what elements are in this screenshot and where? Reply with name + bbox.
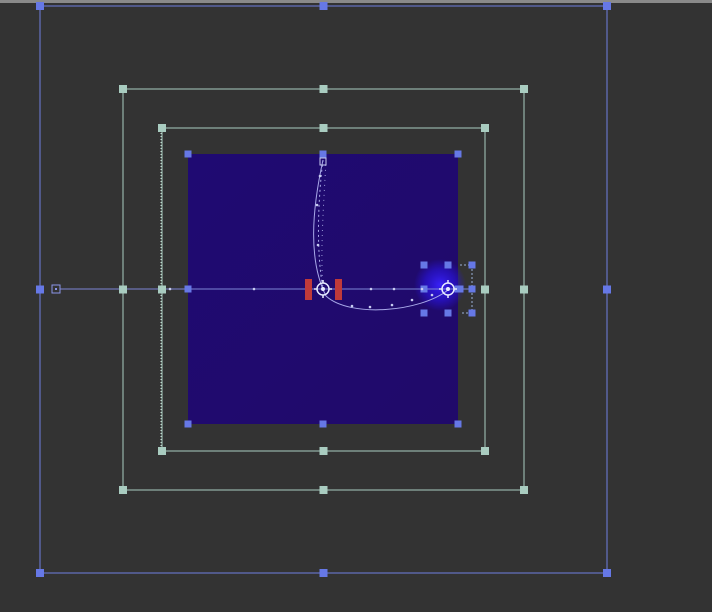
- middle-frame-handle[interactable]: [520, 85, 528, 93]
- canvas-origin-icon[interactable]: [51, 284, 61, 294]
- gradient-rect-handle[interactable]: [454, 420, 462, 428]
- middle-frame-handle[interactable]: [319, 486, 328, 494]
- outer-frame-handle[interactable]: [603, 285, 611, 294]
- outer-frame-handle[interactable]: [319, 2, 328, 10]
- gradient-rect-handle[interactable]: [184, 150, 192, 158]
- inner-frame-handle[interactable]: [319, 447, 328, 455]
- spline-point[interactable]: [368, 305, 372, 309]
- gradient-rect-handle[interactable]: [184, 420, 192, 428]
- inner-frame-handle[interactable]: [481, 285, 489, 294]
- gradient-rect-handle[interactable]: [319, 420, 327, 428]
- pivot-right-bar[interactable]: [335, 279, 342, 300]
- spline-point[interactable]: [390, 303, 394, 307]
- spline-point[interactable]: [316, 243, 320, 247]
- gradient-end-handle[interactable]: [420, 261, 428, 269]
- outer-frame-handle[interactable]: [36, 2, 44, 10]
- spline-point[interactable]: [350, 304, 354, 308]
- gradient-rect-handle[interactable]: [454, 150, 462, 158]
- middle-frame-handle[interactable]: [119, 285, 127, 294]
- spline-point[interactable]: [392, 287, 396, 291]
- gradient-rect-handle[interactable]: [319, 150, 327, 158]
- spline-point[interactable]: [420, 287, 424, 291]
- inner-frame-handle[interactable]: [158, 285, 166, 294]
- inner-frame-handle[interactable]: [158, 447, 166, 455]
- inner-frame-handle[interactable]: [481, 124, 489, 132]
- outer-frame-handle[interactable]: [36, 285, 44, 294]
- gradient-end-handle[interactable]: [420, 309, 428, 317]
- spline-point[interactable]: [252, 287, 256, 291]
- outer-frame-handle[interactable]: [603, 2, 611, 10]
- inner-frame-handle[interactable]: [158, 124, 166, 132]
- gradient-end-handle[interactable]: [456, 285, 464, 293]
- gradient-end-handle[interactable]: [468, 261, 476, 269]
- middle-frame-handle[interactable]: [119, 486, 127, 494]
- spline-point[interactable]: [430, 293, 434, 297]
- gradient-end-handle[interactable]: [468, 309, 476, 317]
- gradient-rect-handle[interactable]: [184, 285, 192, 293]
- gradient-end-handle[interactable]: [444, 309, 452, 317]
- inner-frame-handle[interactable]: [481, 447, 489, 455]
- spline-point[interactable]: [410, 298, 414, 302]
- outer-frame-handle[interactable]: [603, 569, 611, 577]
- gradient-end-handle[interactable]: [468, 285, 476, 293]
- outer-frame-handle[interactable]: [319, 569, 328, 577]
- spline-point[interactable]: [369, 287, 373, 291]
- spline-point[interactable]: [315, 203, 319, 207]
- pivot-left-bar[interactable]: [305, 279, 312, 300]
- outer-frame-handle[interactable]: [36, 569, 44, 577]
- middle-frame-handle[interactable]: [119, 85, 127, 93]
- editor-canvas[interactable]: [0, 0, 712, 612]
- inner-frame-handle[interactable]: [319, 124, 328, 132]
- middle-frame-handle[interactable]: [520, 486, 528, 494]
- middle-frame-handle[interactable]: [520, 285, 528, 294]
- spline-point[interactable]: [318, 174, 322, 178]
- gradient-end-handle[interactable]: [444, 261, 452, 269]
- spline-point[interactable]: [168, 287, 172, 291]
- middle-frame-handle[interactable]: [319, 85, 328, 93]
